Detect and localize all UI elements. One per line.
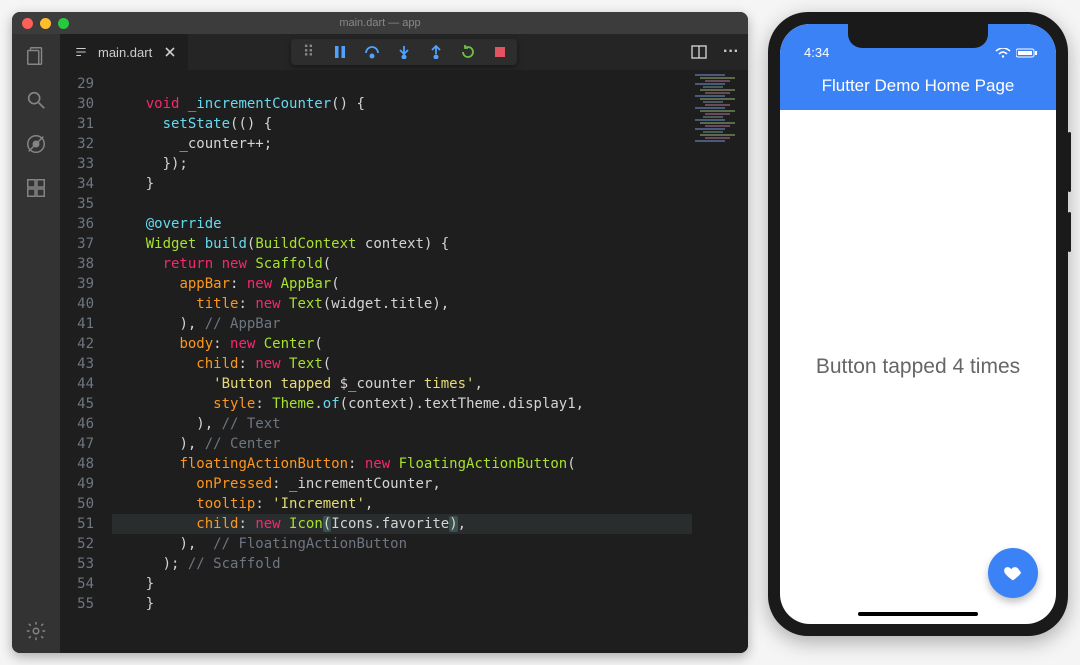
split-editor-icon[interactable] xyxy=(690,43,708,61)
app-bar: Flutter Demo Home Page xyxy=(780,62,1056,110)
battery-icon xyxy=(1016,48,1038,58)
app-title: Flutter Demo Home Page xyxy=(822,76,1015,96)
pause-button[interactable] xyxy=(331,43,349,61)
debug-disabled-icon[interactable] xyxy=(24,132,48,156)
status-icons xyxy=(995,48,1038,58)
tab-label: main.dart xyxy=(98,45,152,60)
phone-side-button xyxy=(1068,212,1071,252)
close-tab-button[interactable] xyxy=(162,44,178,60)
drag-handle-icon[interactable]: ⠿ xyxy=(299,43,317,61)
extensions-icon[interactable] xyxy=(24,176,48,200)
activity-bar xyxy=(12,34,60,653)
traffic-lights xyxy=(22,18,69,29)
step-into-button[interactable] xyxy=(395,43,413,61)
tab-main-dart[interactable]: main.dart xyxy=(60,34,188,70)
code-editor[interactable]: 2930313233343536373839404142434445464748… xyxy=(60,70,748,653)
app-body: Button tapped 4 times xyxy=(780,110,1056,624)
ide-window: main.dart — app xyxy=(12,12,748,653)
file-icon xyxy=(74,45,88,59)
settings-gear-icon[interactable] xyxy=(24,619,48,643)
search-icon[interactable] xyxy=(24,88,48,112)
minimize-window-button[interactable] xyxy=(40,18,51,29)
more-actions-icon[interactable]: ··· xyxy=(722,43,740,61)
wifi-icon xyxy=(995,48,1011,58)
restart-button[interactable] xyxy=(459,43,477,61)
debug-toolbar[interactable]: ⠿ xyxy=(291,39,517,65)
home-indicator[interactable] xyxy=(858,612,978,616)
close-window-button[interactable] xyxy=(22,18,33,29)
phone-mockup: 4:34 Flutter Demo Home Page Button tappe… xyxy=(768,12,1068,636)
maximize-window-button[interactable] xyxy=(58,18,69,29)
window-titlebar[interactable]: main.dart — app xyxy=(12,12,748,34)
floating-action-button[interactable] xyxy=(988,548,1038,598)
explorer-icon[interactable] xyxy=(24,44,48,68)
body-text: Button tapped 4 times xyxy=(816,355,1020,379)
phone-side-button xyxy=(1068,132,1071,192)
favorite-icon xyxy=(1002,562,1024,584)
window-title: main.dart — app xyxy=(339,17,420,29)
step-over-button[interactable] xyxy=(363,43,381,61)
phone-notch xyxy=(848,24,988,48)
minimap[interactable] xyxy=(692,70,748,653)
editor-area: main.dart ⠿ xyxy=(60,34,748,653)
tab-bar: main.dart ⠿ xyxy=(60,34,748,70)
line-gutter: 2930313233343536373839404142434445464748… xyxy=(60,70,112,653)
status-time: 4:34 xyxy=(804,45,829,60)
step-out-button[interactable] xyxy=(427,43,445,61)
stop-button[interactable] xyxy=(491,43,509,61)
code-content[interactable]: void _incrementCounter() { setState(() {… xyxy=(112,70,692,653)
phone-screen: 4:34 Flutter Demo Home Page Button tappe… xyxy=(780,24,1056,624)
